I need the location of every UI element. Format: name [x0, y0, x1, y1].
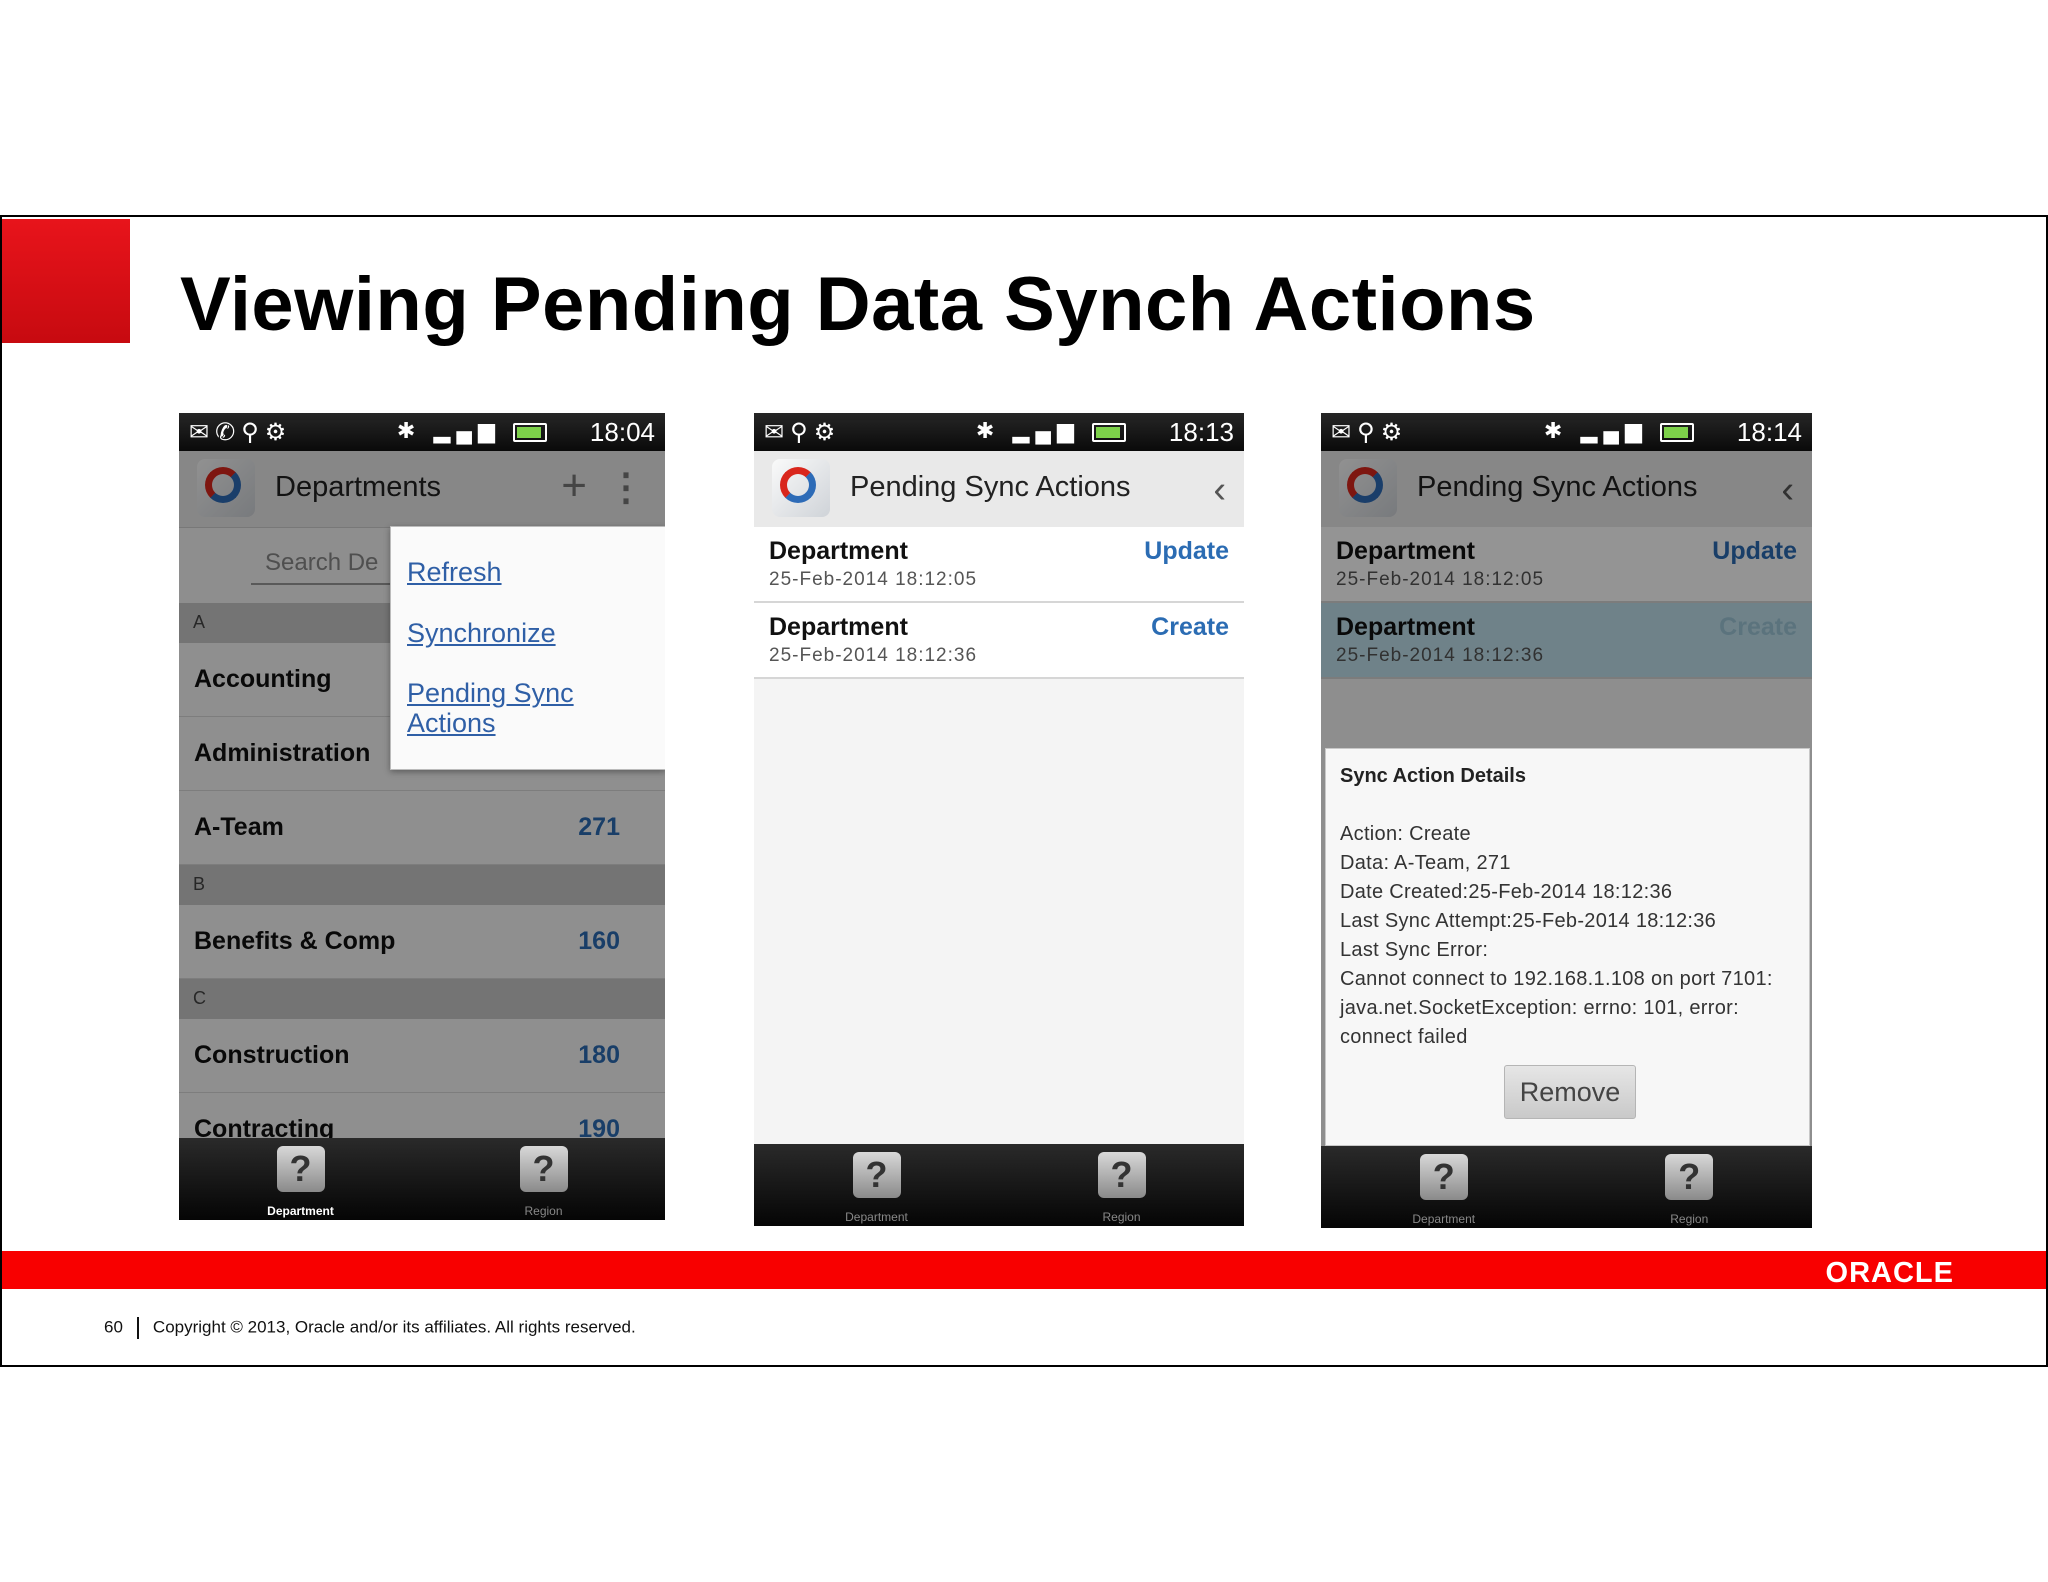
detail-line: Action: Create [1340, 823, 1471, 845]
status-clock: 18:13 [1168, 417, 1234, 447]
battery-icon [513, 422, 547, 442]
list-item[interactable]: Department 25-Feb-2014 18:12:05 Update [754, 527, 1244, 603]
slide-title: Viewing Pending Data Synch Actions [180, 262, 1536, 347]
help-tab-icon: ? [852, 1152, 901, 1198]
detail-line: Date Created:25-Feb-2014 18:12:36 [1340, 881, 1673, 903]
help-tab-icon: ? [519, 1146, 568, 1192]
sync-action-details-dialog: Sync Action Details Action: Create Data:… [1325, 748, 1810, 1146]
slide-footer: 60 Copyright © 2013, Oracle and/or its af… [104, 1317, 636, 1339]
status-bar: ✉⚲⚙ ✱ ▂▄▆ 18:13 [754, 413, 1244, 451]
tab-region[interactable]: ? Region [422, 1138, 665, 1220]
footer-red-bar [2, 1251, 2046, 1289]
tab-bar: ? Department ? Region [754, 1144, 1244, 1226]
list-item[interactable]: Department 25-Feb-2014 18:12:36 Create [754, 603, 1244, 679]
battery-icon [1092, 422, 1126, 442]
status-clock: 18:14 [1736, 417, 1802, 447]
dialog-title: Sync Action Details [1340, 765, 1526, 787]
detail-line: Last Sync Error: [1340, 939, 1489, 961]
help-tab-icon: ? [1419, 1154, 1468, 1200]
status-bar: ✉⚲⚙ ✱ ▂▄▆ 18:14 [1321, 413, 1812, 451]
status-icons: ✉✆⚲⚙ [189, 419, 293, 446]
tab-department[interactable]: ? Department [1321, 1146, 1567, 1228]
detail-line: connect failed [1340, 1026, 1468, 1048]
slide: Viewing Pending Data Synch Actions ✉✆⚲⚙ … [0, 215, 2048, 1367]
overflow-popup-menu: Refresh Synchronize Pending Sync Actions [390, 526, 665, 770]
status-clock: 18:04 [589, 417, 655, 447]
tab-bar: ? Department ? Region [1321, 1146, 1812, 1228]
detail-line: Data: A-Team, 271 [1340, 852, 1511, 874]
app-bar: Pending Sync Actions ‹ [754, 451, 1244, 528]
tab-department[interactable]: ? Department [754, 1144, 999, 1226]
app-title: Pending Sync Actions [850, 471, 1131, 503]
battery-icon [1660, 422, 1694, 442]
detail-line: java.net.SocketException: errno: 101, er… [1340, 997, 1739, 1019]
app-logo-icon [772, 459, 830, 517]
menu-item-refresh[interactable]: Refresh [407, 557, 502, 587]
page-number: 60 [104, 1317, 123, 1337]
status-bar: ✉✆⚲⚙ ✱ ▂▄▆ 18:04 [179, 413, 665, 451]
status-icons: ✉⚲⚙ [764, 419, 842, 446]
back-icon[interactable]: ‹ [1213, 469, 1226, 512]
tab-region[interactable]: ? Region [1567, 1146, 1813, 1228]
remove-button[interactable]: Remove [1504, 1065, 1636, 1119]
phone-departments: ✉✆⚲⚙ ✱ ▂▄▆ 18:04 Departments + ⋮ Search … [179, 413, 665, 1220]
signal-icon: ✱ ▂▄▆ [1544, 418, 1694, 444]
detail-line: Last Sync Attempt:25-Feb-2014 18:12:36 [1340, 910, 1717, 932]
menu-item-pending-sync[interactable]: Pending Sync [407, 678, 574, 708]
menu-item-synchronize[interactable]: Synchronize [407, 618, 556, 648]
signal-icon: ✱ ▂▄▆ [397, 418, 547, 444]
tab-bar: ? Department ? Region [179, 1138, 665, 1220]
signal-icon: ✱ ▂▄▆ [976, 418, 1126, 444]
phone-sync-details: ✉⚲⚙ ✱ ▂▄▆ 18:14 Pending Sync Actions ‹ D… [1321, 413, 1812, 1228]
help-tab-icon: ? [276, 1146, 325, 1192]
tab-region[interactable]: ? Region [999, 1144, 1244, 1226]
copyright-text: Copyright © 2013, Oracle and/or its affi… [152, 1317, 636, 1337]
oracle-logo: ORACLE [1825, 1257, 1954, 1289]
phone-pending-sync: ✉⚲⚙ ✱ ▂▄▆ 18:13 Pending Sync Actions ‹ D… [754, 413, 1244, 1226]
tab-department[interactable]: ? Department [179, 1138, 422, 1220]
status-icons: ✉⚲⚙ [1331, 419, 1409, 446]
red-accent-square [2, 219, 130, 343]
help-tab-icon: ? [1665, 1154, 1714, 1200]
menu-item-pending-sync-actions[interactable]: Actions [407, 708, 496, 738]
detail-line: Cannot connect to 192.168.1.108 on port … [1340, 968, 1773, 990]
help-tab-icon: ? [1097, 1152, 1146, 1198]
